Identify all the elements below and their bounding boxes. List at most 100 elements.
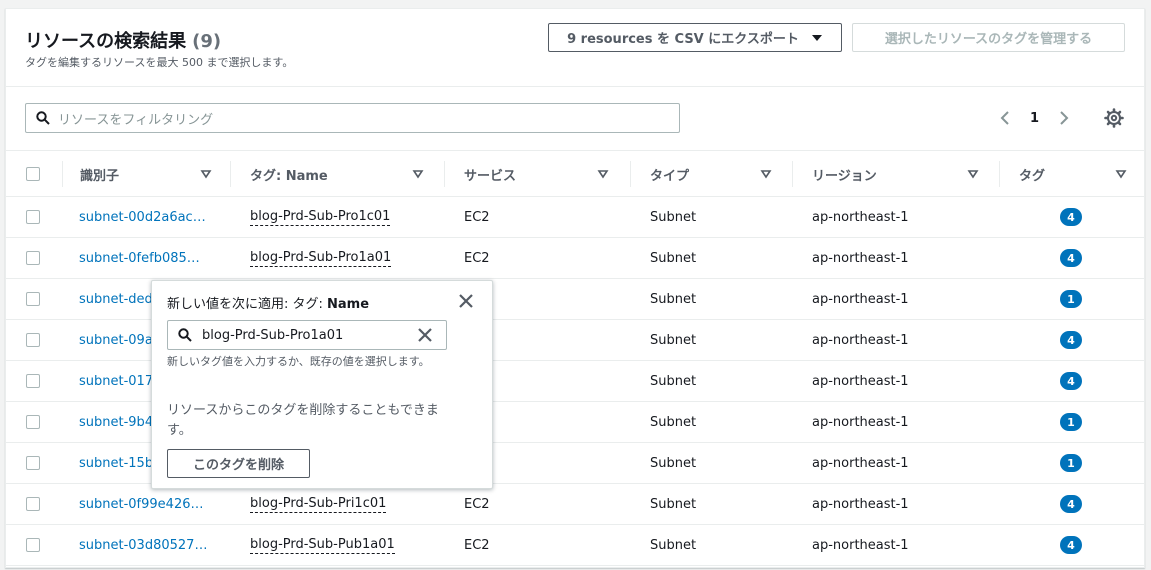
tag-count-badge: 1 [1060,290,1082,308]
column-header-tags[interactable]: タグ [1019,151,1134,197]
clear-icon[interactable] [418,328,432,342]
table-row[interactable]: subnet-0f99e426… blog-Prd-Sub-Pri1c01 EC2 S… [6,484,1144,525]
export-csv-label: 9 resources を CSV にエクスポート [567,32,799,47]
filter-placeholder: リソースをフィルタリング [58,112,214,128]
tag-count-cell[interactable]: 1 [1060,443,1082,483]
row-checkbox[interactable] [26,538,40,552]
sort-caret-icon [597,170,609,179]
row-checkbox[interactable] [26,497,40,511]
tag-name-value[interactable]: blog-Prd-Sub-Pub1a01 [250,525,395,565]
tag-count-badge: 4 [1060,249,1082,267]
column-header-tag-name[interactable]: タグ: Name [250,151,445,197]
tag-name-text: blog-Prd-Sub-Pub1a01 [250,536,395,554]
chevron-right-icon [1060,111,1069,125]
table-row[interactable]: subnet-00d2a6ac… blog-Prd-Sub-Pro1c01 EC2 S… [6,197,1144,238]
close-icon[interactable] [458,293,474,309]
tag-count-badge: 4 [1060,331,1082,349]
resource-id-link[interactable]: subnet-09a [79,320,153,360]
current-page-number[interactable]: 1 [1030,111,1039,126]
row-checkbox[interactable] [26,333,40,347]
row-checkbox[interactable] [26,374,40,388]
tag-count-cell[interactable]: 4 [1060,484,1082,524]
region-value: ap-northeast-1 [812,373,909,389]
region-value: ap-northeast-1 [812,496,909,512]
tag-count-badge: 1 [1060,413,1082,431]
column-tags-label: タグ [1019,168,1046,184]
select-all-checkbox[interactable] [26,167,40,181]
settings-gear-icon[interactable] [1104,108,1124,128]
row-checkbox-cell[interactable] [26,197,40,237]
popover-hint: 新しいタグ値を入力するか、既存の値を選択します。 [167,355,430,368]
region-value: ap-northeast-1 [812,455,909,471]
type-value: Subnet [650,373,697,389]
search-icon [178,328,192,342]
row-checkbox-cell[interactable] [26,443,40,483]
manage-tags-button[interactable]: 選択したリソースのタグを管理する [852,23,1125,52]
export-csv-button[interactable]: 9 resources を CSV にエクスポート [548,23,842,52]
tag-count-cell[interactable]: 4 [1060,197,1082,237]
resource-id-link[interactable]: subnet-0f99e426… [79,484,204,524]
column-service-label: サービス [464,168,517,184]
type-value: Subnet [650,250,697,266]
row-checkbox-cell[interactable] [26,525,40,565]
table-header: 識別子 タグ: Name サービス タイプ リージョン タグ [6,150,1144,197]
resource-id-link[interactable]: subnet-15b [79,443,153,483]
type-value: Subnet [650,291,697,307]
tag-count-badge: 4 [1060,372,1082,390]
row-checkbox-cell[interactable] [26,320,40,360]
tag-count-cell[interactable]: 4 [1060,320,1082,360]
resource-id-link[interactable]: subnet-00d2a6ac… [79,197,206,237]
resource-id-link[interactable]: subnet-9b4 [79,402,153,442]
type-value: Subnet [650,414,697,430]
row-checkbox-cell[interactable] [26,402,40,442]
tag-name-value[interactable]: blog-Prd-Sub-Pro1c01 [250,197,391,237]
prev-page-button[interactable] [996,109,1014,127]
popover-title: 新しい値を次に適用: タグ: Name [167,293,369,312]
row-checkbox-cell[interactable] [26,484,40,524]
select-all-checkbox-cell[interactable] [26,151,40,197]
column-header-region[interactable]: リージョン [812,151,992,197]
service-value: EC2 [464,496,490,512]
column-header-type[interactable]: タイプ [650,151,790,197]
type-value: Subnet [650,455,697,471]
type-value: Subnet [650,332,697,348]
table-row[interactable]: subnet-0fefb085… blog-Prd-Sub-Pro1a01 EC2 S… [6,238,1144,279]
tag-value-input[interactable]: blog-Prd-Sub-Pro1a01 [167,320,447,350]
tag-count-cell[interactable]: 1 [1060,402,1082,442]
region-value: ap-northeast-1 [812,414,909,430]
resource-id-link[interactable]: subnet-ded [79,279,153,319]
row-checkbox[interactable] [26,292,40,306]
column-header-identifier[interactable]: 識別子 [80,151,230,197]
region-value: ap-northeast-1 [812,332,909,348]
tag-value-text: blog-Prd-Sub-Pro1a01 [202,327,344,343]
resource-id-link[interactable]: subnet-017 [79,361,153,401]
search-icon [36,111,50,125]
tag-count-cell[interactable]: 4 [1060,525,1082,565]
row-checkbox[interactable] [26,251,40,265]
row-checkbox[interactable] [26,456,40,470]
region-value: ap-northeast-1 [812,291,909,307]
tag-count-cell[interactable]: 1 [1060,279,1082,319]
delete-tag-button[interactable]: このタグを削除 [167,449,310,478]
tag-count-cell[interactable]: 4 [1060,238,1082,278]
column-header-service[interactable]: サービス [464,151,629,197]
resource-id-link[interactable]: subnet-03d80527… [79,525,207,565]
row-checkbox[interactable] [26,210,40,224]
popover-title-key: Name [327,297,370,312]
row-checkbox[interactable] [26,415,40,429]
resource-id-link[interactable]: subnet-0fefb085… [79,238,200,278]
filter-input[interactable]: リソースをフィルタリング [25,103,680,133]
type-value: Subnet [650,496,697,512]
page-subtitle: タグを編集するリソースを最大 500 まで選択します。 [25,56,294,69]
column-tag-name-label: タグ: Name [250,168,328,184]
row-checkbox-cell[interactable] [26,361,40,401]
tag-name-value[interactable]: blog-Prd-Sub-Pro1a01 [250,238,392,278]
result-count: (9) [192,31,222,52]
sort-caret-icon [760,170,772,179]
row-checkbox-cell[interactable] [26,279,40,319]
tag-name-value[interactable]: blog-Prd-Sub-Pri1c01 [250,484,387,524]
tag-count-cell[interactable]: 4 [1060,361,1082,401]
table-row[interactable]: subnet-03d80527… blog-Prd-Sub-Pub1a01 EC2 S… [6,525,1144,566]
next-page-button[interactable] [1055,109,1073,127]
row-checkbox-cell[interactable] [26,238,40,278]
